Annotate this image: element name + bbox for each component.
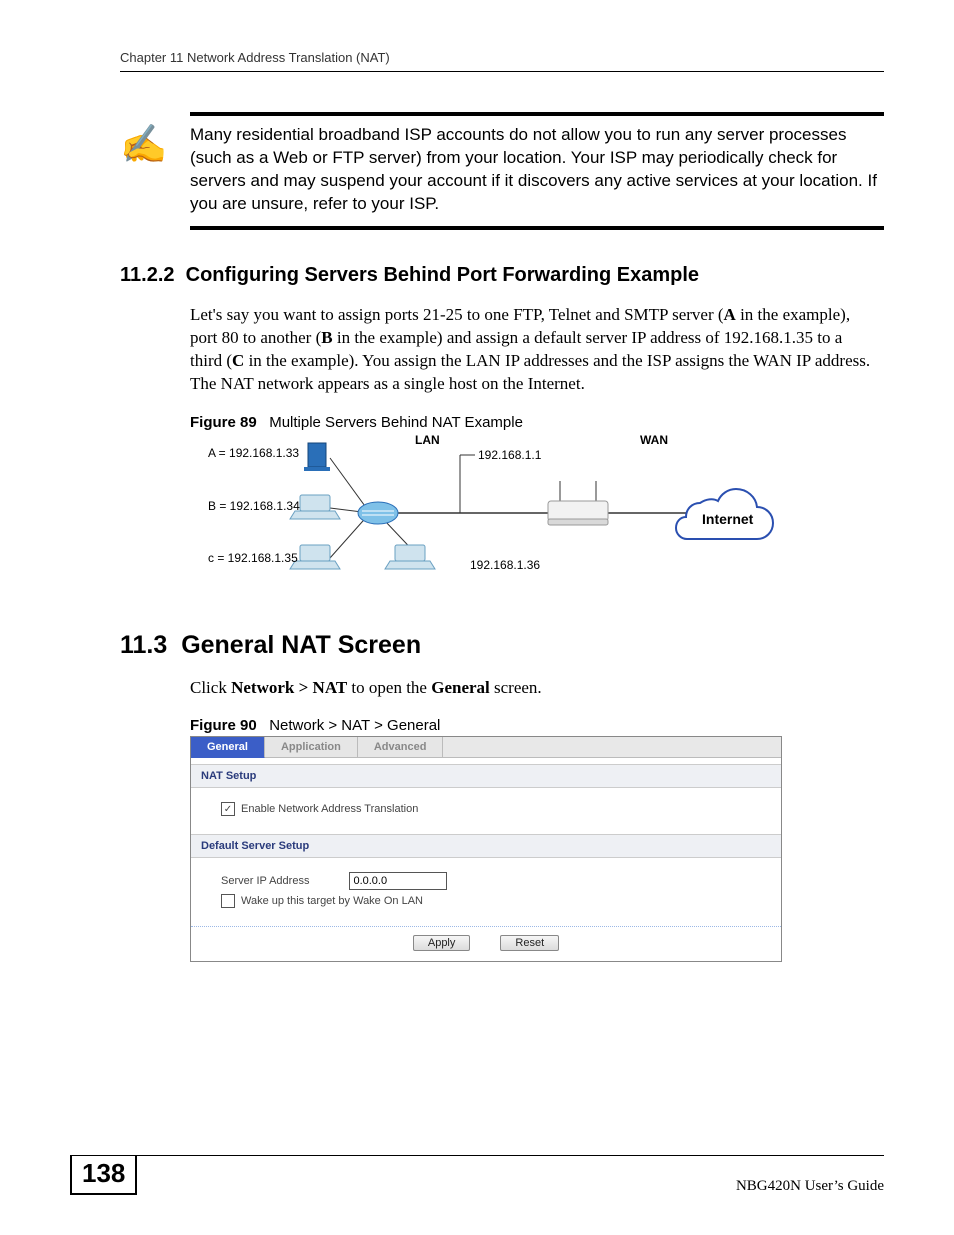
apply-button[interactable]: Apply [413,935,471,951]
wol-checkbox[interactable] [221,894,235,908]
internet-label: Internet [702,511,753,527]
heading-number: 11.2.2 [120,264,175,286]
figure-title: Multiple Servers Behind NAT Example [269,414,523,431]
gateway-ip-label: 192.168.1.1 [478,448,541,462]
paragraph-113: Click Network > NAT to open the General … [190,677,874,700]
host-a-label: A = 192.168.1.33 [208,446,299,460]
tab-advanced[interactable]: Advanced [358,737,444,757]
text-fragment: in the example). You assign the LAN IP a… [190,351,870,393]
figure-label: Figure 89 [190,414,257,431]
server-ip-label: Server IP Address [221,875,309,887]
wan-label: WAN [640,433,668,447]
server-ip-input[interactable] [349,872,447,890]
button-row: Apply Reset [191,926,781,961]
text-fragment: Let's say you want to assign ports 21-25… [190,305,724,324]
heading-number: 11.3 [120,631,167,659]
wol-label: Wake up this target by Wake On LAN [241,895,423,907]
bold-general: General [431,678,490,697]
figure-label: Figure 90 [190,717,257,734]
running-header: Chapter 11 Network Address Translation (… [120,50,884,72]
tab-application[interactable]: Application [265,737,358,757]
text-fragment: screen. [490,678,542,697]
heading-11-3: 11.3 General NAT Screen [120,631,884,660]
router-ip-label: 192.168.1.36 [470,558,540,572]
heading-title: General NAT Screen [181,631,421,659]
bold-c: C [232,351,244,370]
figure-title: Network > NAT > General [269,717,440,734]
default-server-header: Default Server Setup [191,834,781,858]
nat-setup-header: NAT Setup [191,764,781,788]
nat-general-screenshot: General Application Advanced NAT Setup ✓… [190,736,782,962]
figure-89-diagram: LAN WAN 192.168.1.1 A = 192.168.1.33 B =… [190,433,800,583]
figure-90-caption: Figure 90 Network > NAT > General [190,717,884,734]
heading-title: Configuring Servers Behind Port Forwardi… [186,264,699,286]
note-bottom-rule [190,226,884,230]
text-fragment: Click [190,678,231,697]
guide-name: NBG420N User’s Guide [736,1178,884,1195]
paragraph-1122: Let's say you want to assign ports 21-25… [190,304,874,396]
tab-general[interactable]: General [191,737,265,758]
host-c-label: c = 192.168.1.35 [208,551,298,565]
note-block: ✍ Many residential broadband ISP account… [190,112,884,230]
note-text: Many residential broadband ISP accounts … [190,124,884,216]
bold-a: A [724,305,736,324]
bold-b: B [321,328,332,347]
heading-11-2-2: 11.2.2 Configuring Servers Behind Port F… [120,264,884,287]
lan-label: LAN [415,433,440,447]
note-hand-icon: ✍ [120,124,175,164]
host-b-label: B = 192.168.1.34 [208,499,300,513]
figure-89-caption: Figure 89 Multiple Servers Behind NAT Ex… [190,414,884,431]
tab-bar: General Application Advanced [191,737,781,758]
enable-nat-checkbox[interactable]: ✓ [221,802,235,816]
enable-nat-label: Enable Network Address Translation [241,803,418,815]
page-footer: 138 NBG420N User’s Guide [70,1155,884,1195]
reset-button[interactable]: Reset [500,935,559,951]
text-fragment: to open the [347,678,431,697]
page-number: 138 [70,1156,137,1195]
bold-path: Network > NAT [231,678,347,697]
